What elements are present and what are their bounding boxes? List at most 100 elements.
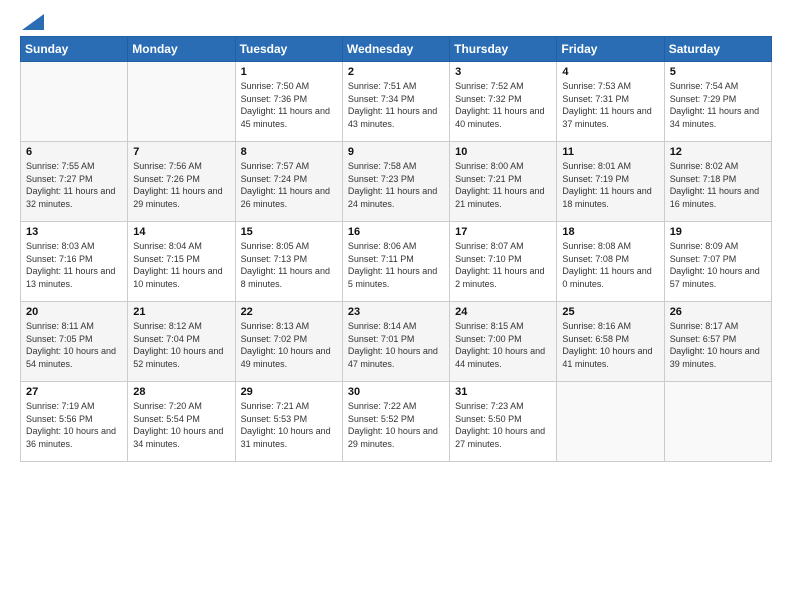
day-cell-23: 23 Sunrise: 8:14 AM Sunset: 7:01 PM Dayli… bbox=[342, 302, 449, 382]
weekday-header-saturday: Saturday bbox=[664, 37, 771, 62]
day-number: 28 bbox=[133, 386, 229, 398]
day-cell-25: 25Sunrise: 8:16 AM Sunset: 6:58 PM Dayli… bbox=[557, 302, 664, 382]
day-cell-26: 26 Sunrise: 8:17 AM Sunset: 6:57 PM Dayli… bbox=[664, 302, 771, 382]
day-number: 3 bbox=[455, 66, 551, 78]
day-number: 5 bbox=[670, 66, 766, 78]
day-number: 9 bbox=[348, 146, 444, 158]
day-info: Sunrise: 8:08 AM Sunset: 7:08 PM Dayligh… bbox=[562, 240, 658, 290]
day-info: Sunrise: 7:57 AM Sunset: 7:24 PM Dayligh… bbox=[241, 160, 337, 210]
day-cell-13: 13 Sunrise: 8:03 AM Sunset: 7:16 PM Dayli… bbox=[21, 222, 128, 302]
weekday-header-wednesday: Wednesday bbox=[342, 37, 449, 62]
day-info: Sunrise: 8:05 AM Sunset: 7:13 PM Dayligh… bbox=[241, 240, 337, 290]
weekday-header-friday: Friday bbox=[557, 37, 664, 62]
day-cell-14: 14 Sunrise: 8:04 AM Sunset: 7:15 PM Dayli… bbox=[128, 222, 235, 302]
day-number: 31 bbox=[455, 386, 551, 398]
day-info: Sunrise: 8:14 AM Sunset: 7:01 PM Dayligh… bbox=[348, 320, 444, 370]
day-number: 23 bbox=[348, 306, 444, 318]
day-cell-22: 22 Sunrise: 8:13 AM Sunset: 7:02 PM Dayli… bbox=[235, 302, 342, 382]
weekday-header-thursday: Thursday bbox=[450, 37, 557, 62]
week-row-3: 13 Sunrise: 8:03 AM Sunset: 7:16 PM Dayli… bbox=[21, 222, 772, 302]
day-number: 16 bbox=[348, 226, 444, 238]
day-cell-1: 1 Sunrise: 7:50 AM Sunset: 7:36 PM Daylig… bbox=[235, 62, 342, 142]
header bbox=[20, 16, 772, 26]
empty-cell bbox=[21, 62, 128, 142]
day-number: 6 bbox=[26, 146, 122, 158]
day-info: Sunrise: 7:54 AM Sunset: 7:29 PM Dayligh… bbox=[670, 80, 766, 130]
day-info: Sunrise: 8:07 AM Sunset: 7:10 PM Dayligh… bbox=[455, 240, 551, 290]
day-number: 29 bbox=[241, 386, 337, 398]
day-info: Sunrise: 7:22 AM Sunset: 5:52 PM Dayligh… bbox=[348, 400, 444, 450]
day-info: Sunrise: 7:20 AM Sunset: 5:54 PM Dayligh… bbox=[133, 400, 229, 450]
day-number: 21 bbox=[133, 306, 229, 318]
day-cell-17: 17Sunrise: 8:07 AM Sunset: 7:10 PM Dayli… bbox=[450, 222, 557, 302]
day-cell-24: 24Sunrise: 8:15 AM Sunset: 7:00 PM Dayli… bbox=[450, 302, 557, 382]
day-number: 27 bbox=[26, 386, 122, 398]
day-info: Sunrise: 8:04 AM Sunset: 7:15 PM Dayligh… bbox=[133, 240, 229, 290]
empty-cell bbox=[128, 62, 235, 142]
logo-icon bbox=[22, 14, 44, 30]
day-cell-31: 31 Sunrise: 7:23 AM Sunset: 5:50 PM Dayli… bbox=[450, 382, 557, 462]
day-info: Sunrise: 7:50 AM Sunset: 7:36 PM Dayligh… bbox=[241, 80, 337, 130]
day-cell-20: 20 Sunrise: 8:11 AM Sunset: 7:05 PM Dayli… bbox=[21, 302, 128, 382]
day-number: 18 bbox=[562, 226, 658, 238]
day-number: 30 bbox=[348, 386, 444, 398]
weekday-header-sunday: Sunday bbox=[21, 37, 128, 62]
day-info: Sunrise: 8:11 AM Sunset: 7:05 PM Dayligh… bbox=[26, 320, 122, 370]
day-info: Sunrise: 7:55 AM Sunset: 7:27 PM Dayligh… bbox=[26, 160, 122, 210]
day-cell-18: 18 Sunrise: 8:08 AM Sunset: 7:08 PM Dayli… bbox=[557, 222, 664, 302]
empty-cell bbox=[557, 382, 664, 462]
day-cell-3: 3 Sunrise: 7:52 AM Sunset: 7:32 PM Daylig… bbox=[450, 62, 557, 142]
day-info: Sunrise: 8:15 AM Sunset: 7:00 PM Dayligh… bbox=[455, 320, 551, 370]
day-cell-10: 10Sunrise: 8:00 AM Sunset: 7:21 PM Dayli… bbox=[450, 142, 557, 222]
day-number: 20 bbox=[26, 306, 122, 318]
day-number: 8 bbox=[241, 146, 337, 158]
day-cell-9: 9 Sunrise: 7:58 AM Sunset: 7:23 PM Daylig… bbox=[342, 142, 449, 222]
day-cell-6: 6 Sunrise: 7:55 AM Sunset: 7:27 PM Daylig… bbox=[21, 142, 128, 222]
day-number: 14 bbox=[133, 226, 229, 238]
day-info: Sunrise: 7:19 AM Sunset: 5:56 PM Dayligh… bbox=[26, 400, 122, 450]
day-info: Sunrise: 7:56 AM Sunset: 7:26 PM Dayligh… bbox=[133, 160, 229, 210]
day-number: 26 bbox=[670, 306, 766, 318]
day-info: Sunrise: 7:52 AM Sunset: 7:32 PM Dayligh… bbox=[455, 80, 551, 130]
day-number: 22 bbox=[241, 306, 337, 318]
day-number: 13 bbox=[26, 226, 122, 238]
day-info: Sunrise: 8:17 AM Sunset: 6:57 PM Dayligh… bbox=[670, 320, 766, 370]
day-number: 1 bbox=[241, 66, 337, 78]
day-number: 19 bbox=[670, 226, 766, 238]
day-number: 2 bbox=[348, 66, 444, 78]
day-cell-8: 8 Sunrise: 7:57 AM Sunset: 7:24 PM Daylig… bbox=[235, 142, 342, 222]
day-info: Sunrise: 8:02 AM Sunset: 7:18 PM Dayligh… bbox=[670, 160, 766, 210]
day-number: 25 bbox=[562, 306, 658, 318]
day-cell-15: 15 Sunrise: 8:05 AM Sunset: 7:13 PM Dayli… bbox=[235, 222, 342, 302]
week-row-4: 20 Sunrise: 8:11 AM Sunset: 7:05 PM Dayli… bbox=[21, 302, 772, 382]
weekday-header-row: SundayMondayTuesdayWednesdayThursdayFrid… bbox=[21, 37, 772, 62]
day-info: Sunrise: 7:21 AM Sunset: 5:53 PM Dayligh… bbox=[241, 400, 337, 450]
empty-cell bbox=[664, 382, 771, 462]
day-number: 12 bbox=[670, 146, 766, 158]
day-info: Sunrise: 8:03 AM Sunset: 7:16 PM Dayligh… bbox=[26, 240, 122, 290]
day-cell-16: 16Sunrise: 8:06 AM Sunset: 7:11 PM Dayli… bbox=[342, 222, 449, 302]
week-row-1: 1 Sunrise: 7:50 AM Sunset: 7:36 PM Daylig… bbox=[21, 62, 772, 142]
calendar-table: SundayMondayTuesdayWednesdayThursdayFrid… bbox=[20, 36, 772, 462]
page: SundayMondayTuesdayWednesdayThursdayFrid… bbox=[0, 0, 792, 612]
day-cell-29: 29 Sunrise: 7:21 AM Sunset: 5:53 PM Dayli… bbox=[235, 382, 342, 462]
day-cell-12: 12 Sunrise: 8:02 AM Sunset: 7:18 PM Dayli… bbox=[664, 142, 771, 222]
day-info: Sunrise: 7:51 AM Sunset: 7:34 PM Dayligh… bbox=[348, 80, 444, 130]
day-info: Sunrise: 8:12 AM Sunset: 7:04 PM Dayligh… bbox=[133, 320, 229, 370]
week-row-5: 27 Sunrise: 7:19 AM Sunset: 5:56 PM Dayli… bbox=[21, 382, 772, 462]
day-info: Sunrise: 8:01 AM Sunset: 7:19 PM Dayligh… bbox=[562, 160, 658, 210]
day-cell-30: 30 Sunrise: 7:22 AM Sunset: 5:52 PM Dayli… bbox=[342, 382, 449, 462]
day-number: 15 bbox=[241, 226, 337, 238]
day-number: 7 bbox=[133, 146, 229, 158]
day-number: 4 bbox=[562, 66, 658, 78]
day-info: Sunrise: 8:09 AM Sunset: 7:07 PM Dayligh… bbox=[670, 240, 766, 290]
day-info: Sunrise: 7:53 AM Sunset: 7:31 PM Dayligh… bbox=[562, 80, 658, 130]
weekday-header-monday: Monday bbox=[128, 37, 235, 62]
week-row-2: 6 Sunrise: 7:55 AM Sunset: 7:27 PM Daylig… bbox=[21, 142, 772, 222]
day-info: Sunrise: 7:58 AM Sunset: 7:23 PM Dayligh… bbox=[348, 160, 444, 210]
day-info: Sunrise: 7:23 AM Sunset: 5:50 PM Dayligh… bbox=[455, 400, 551, 450]
day-cell-7: 7 Sunrise: 7:56 AM Sunset: 7:26 PM Daylig… bbox=[128, 142, 235, 222]
day-cell-27: 27 Sunrise: 7:19 AM Sunset: 5:56 PM Dayli… bbox=[21, 382, 128, 462]
day-cell-2: 2 Sunrise: 7:51 AM Sunset: 7:34 PM Daylig… bbox=[342, 62, 449, 142]
day-info: Sunrise: 8:13 AM Sunset: 7:02 PM Dayligh… bbox=[241, 320, 337, 370]
